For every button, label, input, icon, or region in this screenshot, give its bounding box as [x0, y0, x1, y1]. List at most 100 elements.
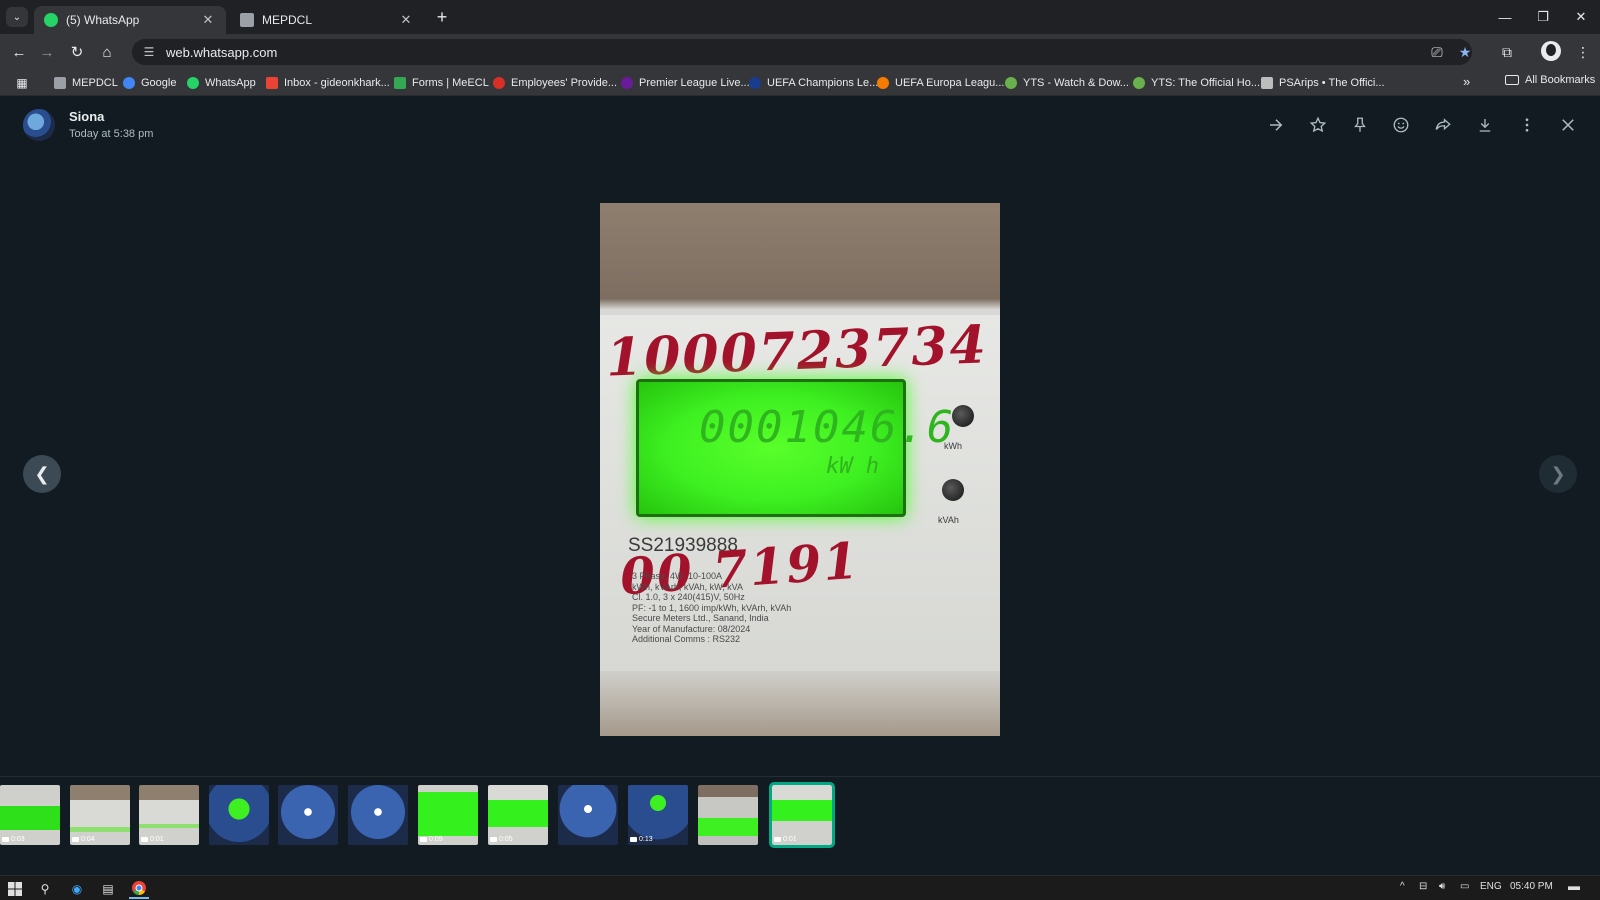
browser-tabstrip: ⌄ (5) WhatsApp ✕ MEPDCL ✕ + — ❐ ✕	[0, 0, 1600, 34]
meter-spec-text: 3 Phase, 4W, 10-100A kWh, kVArh, kVAh, k…	[632, 571, 842, 645]
battery-icon[interactable]: ▭	[1460, 881, 1469, 892]
tab-close-icon[interactable]: ✕	[200, 12, 216, 28]
pin-icon[interactable]	[1348, 113, 1372, 137]
show-hidden-icons-icon[interactable]: ^	[1400, 881, 1405, 892]
thumbnail-video[interactable]: 0:13	[628, 785, 688, 845]
meter-label-kvah: kVAh	[938, 515, 959, 525]
lcd-unit: kW h	[826, 454, 879, 479]
file-icon[interactable]: ▤	[98, 879, 118, 899]
install-app-icon[interactable]: ⎚	[1426, 41, 1448, 63]
home-button[interactable]: ⌂	[96, 41, 118, 63]
thumbnail-image[interactable]	[278, 785, 338, 845]
reload-button[interactable]: ↻	[66, 41, 88, 63]
bookmark-champions-league[interactable]: UEFA Champions Le...	[749, 74, 878, 92]
network-icon[interactable]: ⊟	[1419, 881, 1427, 892]
video-duration: 0:01	[774, 836, 797, 843]
windows-taskbar: ⚲ ◉ ▤ ^ ⊟ 🔊︎ ▭ ENG 05:40 PM ▬	[0, 875, 1600, 900]
new-tab-button[interactable]: +	[432, 7, 452, 27]
bookmark-gmail-inbox[interactable]: Inbox - gideonkhark...	[266, 74, 390, 92]
restore-button[interactable]: ❐	[1530, 6, 1556, 28]
back-button[interactable]: ←	[8, 41, 30, 63]
tab-whatsapp[interactable]: (5) WhatsApp ✕	[34, 6, 226, 34]
gmail-icon	[266, 77, 278, 89]
bookmark-star-icon[interactable]: ★	[1454, 41, 1476, 63]
tab-close-icon[interactable]: ✕	[398, 12, 414, 28]
forward-button[interactable]: →	[36, 41, 58, 63]
spec-line: Secure Meters Ltd., Sanand, India	[632, 613, 769, 623]
bookmark-google[interactable]: Google	[123, 74, 176, 92]
emoji-icon[interactable]	[1389, 113, 1413, 137]
all-bookmarks-button[interactable]: All Bookmarks	[1505, 74, 1595, 86]
thumbnail-video-selected[interactable]: 0:01	[769, 782, 835, 848]
tab-title: (5) WhatsApp	[66, 13, 140, 27]
bookmark-label: YTS - Watch & Dow...	[1023, 77, 1129, 89]
video-duration: 0:13	[630, 836, 653, 843]
thumbnail-video[interactable]: 0:05	[488, 785, 548, 845]
meter-button-kvah	[942, 479, 964, 501]
volume-icon[interactable]: 🔊︎	[1439, 881, 1445, 892]
thumbnail-image[interactable]	[348, 785, 408, 845]
next-media-button[interactable]: ❯	[1539, 455, 1577, 493]
bookmark-whatsapp[interactable]: WhatsApp	[187, 74, 256, 92]
notifications-icon[interactable]: ▬	[1568, 879, 1580, 893]
edge-icon[interactable]: ◉	[67, 879, 87, 899]
bookmark-label: MEPDCL	[72, 77, 118, 89]
menu-icon[interactable]	[1515, 113, 1539, 137]
bookmark-europa-league[interactable]: UEFA Europa Leagu...	[877, 74, 1004, 92]
bookmark-label: Employees' Provide...	[511, 77, 618, 89]
thumbnail-video[interactable]: 0:03	[0, 785, 60, 845]
extensions-icon[interactable]: ⧉	[1496, 41, 1518, 63]
thumbnail-image[interactable]	[209, 785, 269, 845]
mepdcl-icon	[54, 77, 66, 89]
share-icon[interactable]	[1431, 113, 1455, 137]
bookmarks-bar: ▦ MEPDCL Google WhatsApp Inbox - gideonk…	[0, 70, 1600, 96]
spec-line: kWh, kVArh, kVAh, kW, kVA	[632, 581, 744, 592]
champions-league-icon	[749, 77, 761, 89]
language-indicator[interactable]: ENG	[1480, 881, 1502, 892]
window-close-button[interactable]: ✕	[1568, 6, 1594, 28]
thumbnail-video[interactable]: 0:04	[70, 785, 130, 845]
previous-media-button[interactable]: ❮	[23, 455, 61, 493]
address-bar[interactable]: ☰ web.whatsapp.com	[132, 39, 1472, 65]
bookmark-forms-meecl[interactable]: Forms | MeECL	[394, 74, 489, 92]
forward-arrow-icon[interactable]	[1264, 113, 1288, 137]
site-info-icon[interactable]: ☰	[140, 43, 158, 61]
bookmark-premier-league[interactable]: Premier League Live...	[621, 74, 750, 92]
yts-icon	[1005, 77, 1017, 89]
video-duration: 0:04	[72, 836, 95, 843]
avatar[interactable]	[23, 109, 55, 141]
thumbnail-video[interactable]: 0:01	[139, 785, 199, 845]
chrome-icon[interactable]	[129, 879, 149, 899]
close-icon[interactable]	[1556, 113, 1580, 137]
profile-avatar[interactable]	[1541, 41, 1561, 61]
bookmark-psarips[interactable]: PSArips • The Offici...	[1261, 74, 1385, 92]
premier-league-icon	[621, 77, 633, 89]
tab-mepdcl[interactable]: MEPDCL ✕	[230, 6, 424, 34]
browser-menu-icon[interactable]: ⋮	[1572, 41, 1594, 63]
minimize-button[interactable]: —	[1492, 6, 1518, 28]
bookmark-yts-official[interactable]: YTS: The Official Ho...	[1133, 74, 1260, 92]
star-icon[interactable]	[1306, 113, 1330, 137]
tab-search-button[interactable]: ⌄	[6, 7, 28, 27]
thumbnail-image[interactable]	[558, 785, 618, 845]
more-bookmarks-chevron-icon[interactable]: »	[1463, 74, 1470, 89]
chevron-left-icon: ❮	[34, 463, 50, 484]
forms-icon	[394, 77, 406, 89]
chevron-right-icon: ❯	[1550, 463, 1566, 484]
search-icon[interactable]: ⚲	[35, 879, 55, 899]
yts-icon	[1133, 77, 1145, 89]
mepdcl-favicon-icon	[240, 13, 254, 27]
windows-start-icon[interactable]	[5, 879, 25, 899]
bookmark-epf[interactable]: Employees' Provide...	[493, 74, 617, 92]
video-duration: 0:01	[141, 836, 164, 843]
media-image: 1000723734 0001046.6 kW h kWh kVAh SS219…	[600, 203, 1000, 736]
download-icon[interactable]	[1473, 113, 1497, 137]
thumbnail-video[interactable]: 0:09	[418, 785, 478, 845]
meter-button-kwh	[952, 405, 974, 427]
bookmark-yts-watch[interactable]: YTS - Watch & Dow...	[1005, 74, 1129, 92]
thumbnail-image[interactable]	[698, 785, 758, 845]
bookmark-mepdcl[interactable]: MEPDCL	[54, 74, 118, 92]
apps-grid-icon[interactable]: ▦	[14, 75, 30, 91]
clock[interactable]: 05:40 PM	[1510, 881, 1553, 892]
video-duration: 0:03	[2, 836, 25, 843]
